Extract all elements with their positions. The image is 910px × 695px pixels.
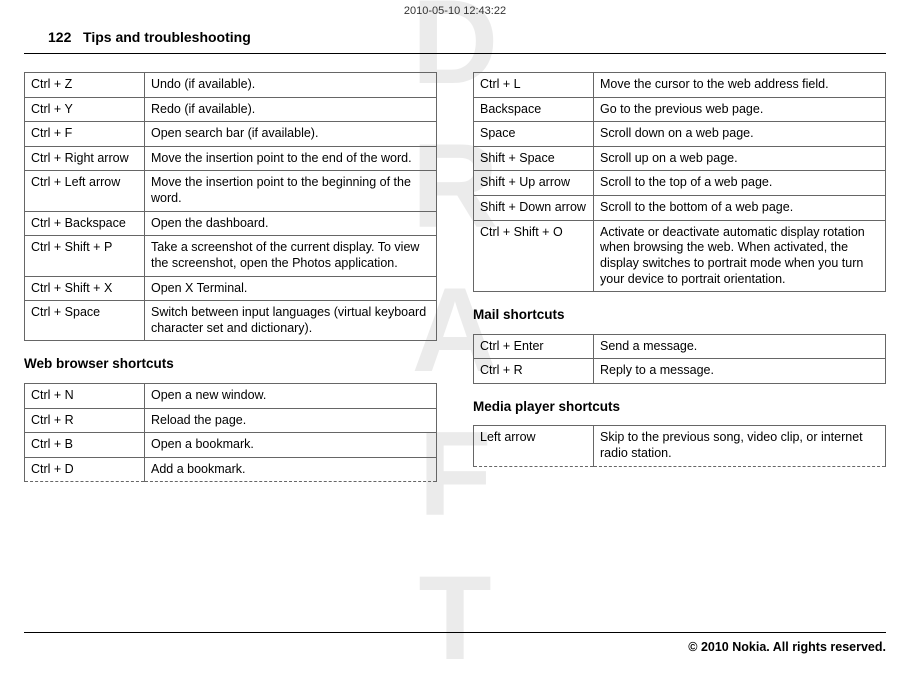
shortcut-key: Ctrl + Right arrow	[25, 146, 145, 171]
shortcut-key: Ctrl + R	[474, 359, 594, 384]
shortcut-key: Ctrl + Enter	[474, 334, 594, 359]
shortcut-desc: Scroll to the top of a web page.	[594, 171, 886, 196]
table-row: Ctrl + Shift + XOpen X Terminal.	[25, 276, 437, 301]
page-header: 122 Tips and troubleshooting	[24, 0, 886, 54]
shortcut-key: Backspace	[474, 97, 594, 122]
shortcut-desc: Scroll up on a web page.	[594, 146, 886, 171]
shortcut-key: Ctrl + B	[25, 433, 145, 458]
shortcut-key: Ctrl + R	[25, 408, 145, 433]
table-row: Ctrl + NOpen a new window.	[25, 383, 437, 408]
shortcut-key: Ctrl + F	[25, 122, 145, 147]
table-row: Ctrl + RReply to a message.	[474, 359, 886, 384]
table-row: Shift + Down arrowScroll to the bottom o…	[474, 196, 886, 221]
table-row: Ctrl + Right arrowMove the insertion poi…	[25, 146, 437, 171]
shortcut-key: Ctrl + N	[25, 383, 145, 408]
shortcut-desc: Add a bookmark.	[145, 457, 437, 482]
shortcut-key: Left arrow	[474, 426, 594, 466]
table-row: SpaceScroll down on a web page.	[474, 122, 886, 147]
shortcut-key: Ctrl + Z	[25, 72, 145, 97]
shortcut-key: Ctrl + Shift + X	[25, 276, 145, 301]
shortcut-desc: Move the cursor to the web address field…	[594, 72, 886, 97]
shortcut-key: Ctrl + Shift + O	[474, 220, 594, 292]
shortcut-key: Ctrl + D	[25, 457, 145, 482]
shortcut-key: Ctrl + Left arrow	[25, 171, 145, 211]
table-row: Ctrl + LMove the cursor to the web addre…	[474, 72, 886, 97]
shortcut-desc: Reload the page.	[145, 408, 437, 433]
shortcut-key: Ctrl + L	[474, 72, 594, 97]
shortcut-desc: Open a bookmark.	[145, 433, 437, 458]
shortcut-key: Shift + Space	[474, 146, 594, 171]
table-row: Ctrl + YRedo (if available).	[25, 97, 437, 122]
shortcut-desc: Redo (if available).	[145, 97, 437, 122]
shortcut-key: Ctrl + Backspace	[25, 211, 145, 236]
shortcut-desc: Reply to a message.	[594, 359, 886, 384]
media-title: Media player shortcuts	[473, 398, 886, 416]
table-row: Ctrl + FOpen search bar (if available).	[25, 122, 437, 147]
shortcut-desc: Open the dashboard.	[145, 211, 437, 236]
table-row: Ctrl + SpaceSwitch between input languag…	[25, 301, 437, 341]
shortcut-desc: Move the insertion point to the beginnin…	[145, 171, 437, 211]
shortcut-desc: Switch between input languages (virtual …	[145, 301, 437, 341]
shortcut-key: Space	[474, 122, 594, 147]
shortcut-key: Ctrl + Space	[25, 301, 145, 341]
shortcut-desc: Open a new window.	[145, 383, 437, 408]
mail-shortcuts-table: Ctrl + EnterSend a message. Ctrl + RRepl…	[473, 334, 886, 384]
shortcut-desc: Skip to the previous song, video clip, o…	[594, 426, 886, 466]
shortcut-desc: Go to the previous web page.	[594, 97, 886, 122]
shortcut-desc: Scroll down on a web page.	[594, 122, 886, 147]
shortcut-desc: Undo (if available).	[145, 72, 437, 97]
shortcut-key: Ctrl + Shift + P	[25, 236, 145, 276]
shortcut-desc: Open search bar (if available).	[145, 122, 437, 147]
shortcut-desc: Activate or deactivate automatic display…	[594, 220, 886, 292]
general-shortcuts-table: Ctrl + ZUndo (if available). Ctrl + YRed…	[24, 72, 437, 342]
table-row: Ctrl + Shift + PTake a screenshot of the…	[25, 236, 437, 276]
table-row: BackspaceGo to the previous web page.	[474, 97, 886, 122]
table-row: Left arrowSkip to the previous song, vid…	[474, 426, 886, 466]
page-number: 122	[48, 29, 71, 45]
shortcut-desc: Move the insertion point to the end of t…	[145, 146, 437, 171]
web-shortcuts-table-a: Ctrl + NOpen a new window. Ctrl + RReloa…	[24, 383, 437, 483]
web-shortcuts-table-b: Ctrl + LMove the cursor to the web addre…	[473, 72, 886, 292]
shortcut-desc: Scroll to the bottom of a web page.	[594, 196, 886, 221]
table-row: Shift + SpaceScroll up on a web page.	[474, 146, 886, 171]
shortcut-desc: Send a message.	[594, 334, 886, 359]
page-title: Tips and troubleshooting	[83, 29, 251, 45]
table-row: Ctrl + Left arrowMove the insertion poin…	[25, 171, 437, 211]
shortcut-desc: Open X Terminal.	[145, 276, 437, 301]
table-row: Ctrl + ZUndo (if available).	[25, 72, 437, 97]
shortcut-key: Shift + Down arrow	[474, 196, 594, 221]
table-row: Ctrl + EnterSend a message.	[474, 334, 886, 359]
table-row: Ctrl + RReload the page.	[25, 408, 437, 433]
shortcut-key: Shift + Up arrow	[474, 171, 594, 196]
footer-copyright: © 2010 Nokia. All rights reserved.	[24, 632, 886, 655]
media-shortcuts-table: Left arrowSkip to the previous song, vid…	[473, 425, 886, 466]
table-row: Ctrl + BackspaceOpen the dashboard.	[25, 211, 437, 236]
table-row: Ctrl + BOpen a bookmark.	[25, 433, 437, 458]
web-browser-title: Web browser shortcuts	[24, 355, 437, 373]
mail-title: Mail shortcuts	[473, 306, 886, 324]
table-row: Ctrl + Shift + OActivate or deactivate a…	[474, 220, 886, 292]
table-row: Shift + Up arrowScroll to the top of a w…	[474, 171, 886, 196]
shortcut-desc: Take a screenshot of the current display…	[145, 236, 437, 276]
table-row: Ctrl + DAdd a bookmark.	[25, 457, 437, 482]
shortcut-key: Ctrl + Y	[25, 97, 145, 122]
